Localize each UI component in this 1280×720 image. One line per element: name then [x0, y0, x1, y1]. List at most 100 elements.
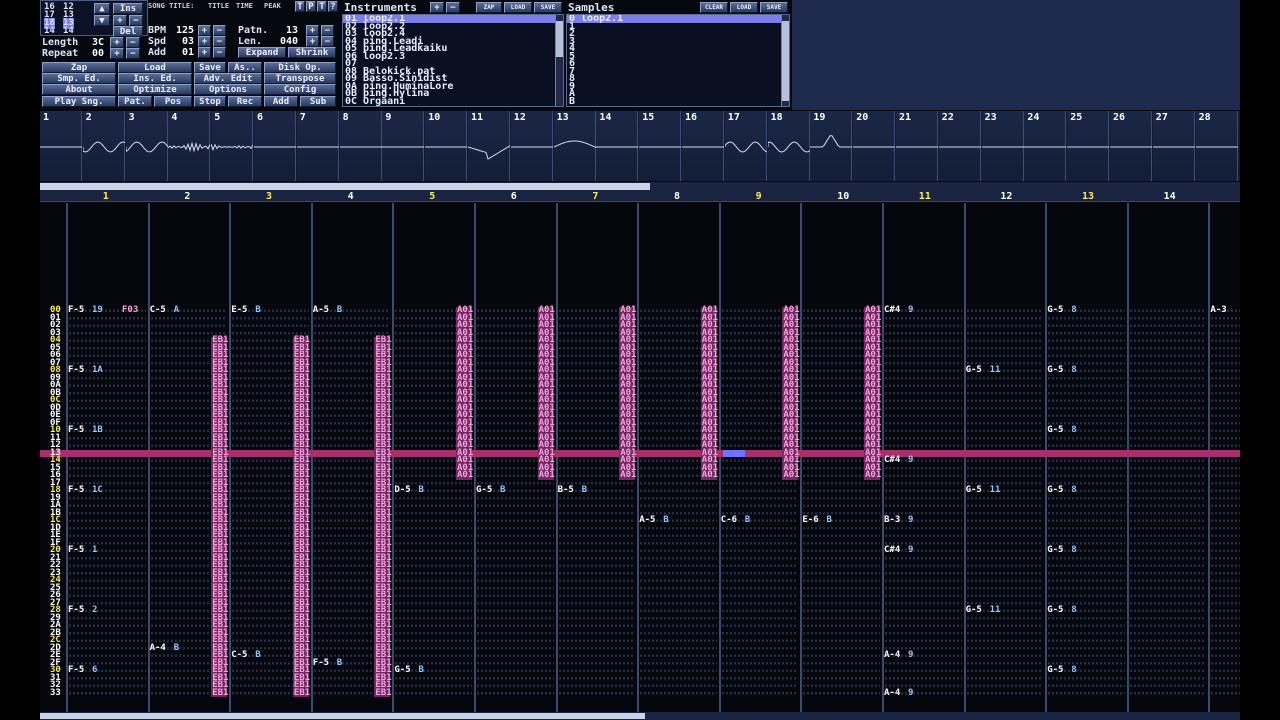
instrument-cell[interactable]: B [500, 486, 505, 495]
note-cell[interactable]: G-5 [1047, 666, 1063, 675]
instrument-cell[interactable]: 11 [990, 486, 1001, 495]
stop-button[interactable]: Stop [194, 96, 226, 107]
instrument-cell[interactable]: 8 [1071, 666, 1076, 675]
save-as-button[interactable]: As.. [228, 62, 262, 73]
scope-channel-17[interactable]: 17 [724, 111, 767, 181]
instrument-cell[interactable]: 8 [1071, 366, 1076, 375]
note-cell[interactable]: C#4 [884, 456, 900, 465]
instrument-cell[interactable]: 19 [92, 306, 103, 315]
tab-btn-2[interactable]: P [306, 1, 316, 12]
tab-btn-4[interactable]: ? [328, 1, 338, 12]
instrument-cell[interactable]: 9 [908, 688, 913, 698]
channel-header-7[interactable]: 7 [592, 191, 598, 202]
sample-list-item[interactable]: 9 [567, 81, 789, 90]
scope-channel-8[interactable]: 8 [339, 111, 382, 181]
note-cell[interactable]: C#4 [884, 306, 900, 315]
sample-list-item[interactable]: 7 [567, 66, 789, 75]
pos-up-button[interactable]: ▲ [94, 3, 110, 14]
scope-channel-14[interactable]: 14 [596, 111, 639, 181]
del-button[interactable]: Del [113, 26, 143, 37]
note-cell[interactable]: G-5 [1047, 606, 1063, 615]
scope-channel-5[interactable]: 5 [211, 111, 254, 181]
instrument-cell[interactable]: 1A [92, 366, 103, 375]
scope-channel-22[interactable]: 22 [938, 111, 981, 181]
instrument-cell[interactable]: 2 [92, 606, 97, 615]
instrument-cell[interactable]: 1C [92, 486, 103, 495]
scope-channel-20[interactable]: 20 [853, 111, 896, 181]
scope-channel-15[interactable]: 15 [639, 111, 682, 181]
note-cell[interactable]: B-5 [558, 486, 574, 495]
sample-load-button[interactable]: LOAD [730, 2, 758, 13]
options-button[interactable]: Options [194, 84, 262, 95]
note-cell[interactable]: A-5 [639, 516, 655, 525]
scope-channel-2[interactable]: 2 [82, 111, 125, 181]
instrument-cell[interactable]: 9 [908, 456, 913, 465]
sample-list-item[interactable]: B [567, 96, 789, 105]
ins-button[interactable]: Ins [113, 3, 143, 14]
patn-plus-button[interactable]: + [306, 25, 319, 36]
instrument-cell[interactable]: 8 [1071, 546, 1076, 555]
note-cell[interactable]: A-4 [884, 651, 900, 660]
sample-save-button[interactable]: SAVE [760, 2, 788, 13]
sample-list-item[interactable]: 2 [567, 29, 789, 38]
note-cell[interactable]: A-5 [313, 306, 329, 315]
note-cell[interactable]: F-5 [68, 546, 84, 555]
note-cell[interactable]: A-4 [884, 688, 900, 698]
channel-scrollbar[interactable] [40, 182, 1240, 191]
note-cell[interactable]: G-5 [1047, 426, 1063, 435]
note-cell[interactable]: C-5 [231, 651, 247, 660]
note-cell[interactable]: G-5 [476, 486, 492, 495]
edit-cursor[interactable] [722, 449, 745, 457]
note-cell[interactable]: G-5 [394, 666, 410, 675]
effect-cell[interactable]: A01 [783, 471, 799, 480]
instrument-cell[interactable]: A [174, 306, 179, 315]
note-cell[interactable]: G-5 [1047, 486, 1063, 495]
channel-header-1[interactable]: 1 [103, 191, 109, 202]
channel-header-8[interactable]: 8 [674, 191, 680, 202]
tab-song-title[interactable]: SONG TITLE: [148, 1, 194, 12]
instrument-cell[interactable]: 9 [908, 546, 913, 555]
channel-header-13[interactable]: 13 [1082, 191, 1094, 202]
instrument-next-button[interactable]: + [430, 2, 444, 13]
channel-header-14[interactable]: 14 [1164, 191, 1176, 202]
patn-minus-button[interactable]: − [321, 25, 334, 36]
length-plus-button[interactable]: + [110, 37, 124, 48]
note-cell[interactable]: F-5 [68, 366, 84, 375]
scope-channel-3[interactable]: 3 [125, 111, 168, 181]
channel-header-6[interactable]: 6 [511, 191, 517, 202]
effect-cell[interactable]: A01 [457, 471, 473, 480]
pos-minus-button[interactable]: − [129, 15, 143, 26]
note-cell[interactable]: G-5 [1047, 366, 1063, 375]
instrument-load-button[interactable]: LOAD [504, 2, 532, 13]
note-cell[interactable]: G-5 [1047, 306, 1063, 315]
tab-time[interactable]: TIME [236, 1, 253, 12]
note-cell[interactable]: F-5 [68, 666, 84, 675]
channel-header-5[interactable]: 5 [429, 191, 435, 202]
sample-list-item[interactable]: 8 [567, 74, 789, 83]
instrument-cell[interactable]: B [418, 666, 423, 675]
note-cell[interactable]: C#4 [884, 546, 900, 555]
instrument-cell[interactable]: B [745, 516, 750, 525]
note-cell[interactable]: A-4 [150, 643, 166, 653]
scope-channel-1[interactable]: 1 [40, 111, 82, 181]
sample-list-item[interactable]: 5 [567, 51, 789, 60]
scope-channel-28[interactable]: 28 [1195, 111, 1238, 181]
pattern-editor[interactable]: 00 01 02 03 04 05 06 07 08 09 0A 0B 0C 0D 0E 0F 10 11 12 13… [40, 203, 1240, 713]
instrument-cell[interactable]: B [826, 516, 831, 525]
sample-list-item[interactable]: 6 [567, 59, 789, 68]
add-minus-button[interactable]: − [213, 47, 226, 58]
disk-op-button[interactable]: Disk Op. [264, 62, 336, 73]
scope-channel-13[interactable]: 13 [553, 111, 596, 181]
instrument-cell[interactable]: B [174, 643, 179, 653]
play-song-button[interactable]: Play Sng. [42, 96, 116, 107]
note-cell[interactable]: F-5 [68, 426, 84, 435]
note-cell[interactable]: E-6 [802, 516, 818, 525]
sample-list-item[interactable]: A [567, 89, 789, 98]
record-button[interactable]: Rec [228, 96, 262, 107]
scope-channel-4[interactable]: 4 [168, 111, 211, 181]
effect-cell[interactable]: F03 [122, 306, 138, 315]
about-button[interactable]: About [42, 84, 116, 95]
instrument-prev-button[interactable]: − [446, 2, 460, 13]
instrument-cell[interactable]: 1 [92, 546, 97, 555]
expand-button[interactable]: Expand [238, 47, 286, 58]
